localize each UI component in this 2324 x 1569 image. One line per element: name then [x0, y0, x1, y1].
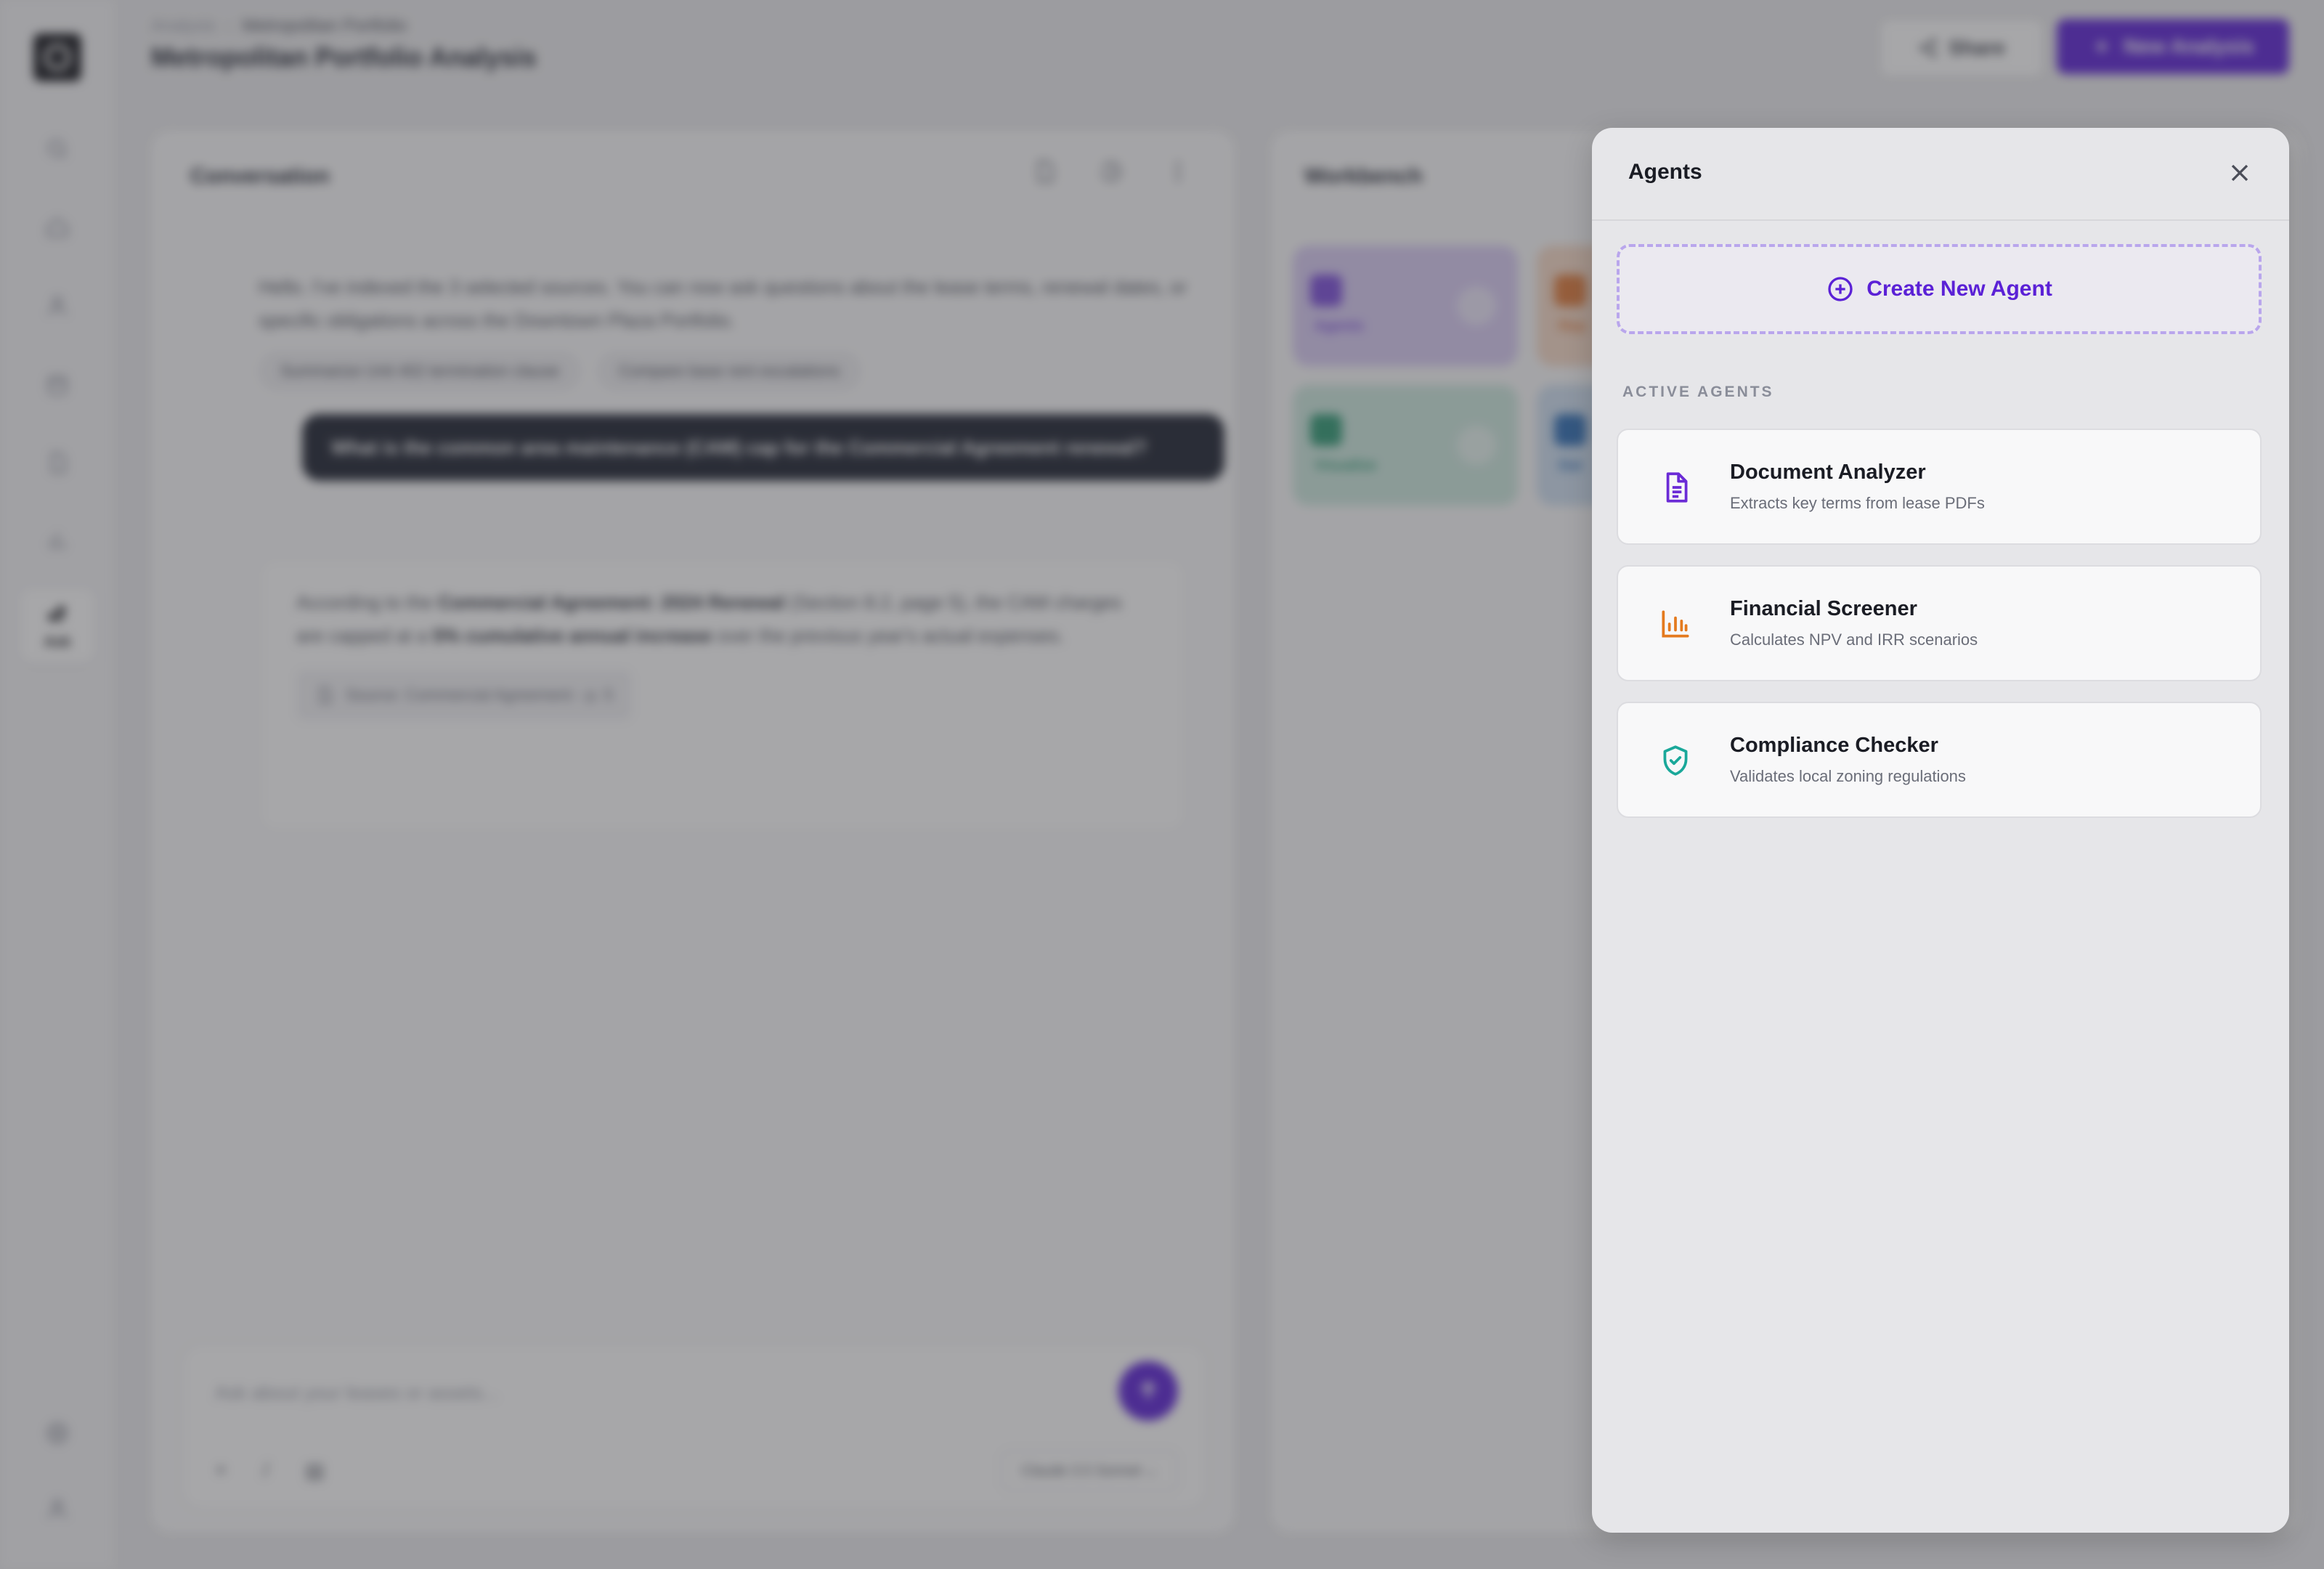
create-new-agent-button[interactable]: Create New Agent: [1617, 244, 2262, 334]
agent-name: Compliance Checker: [1730, 734, 1938, 757]
close-button[interactable]: [2225, 158, 2254, 187]
agent-name: Financial Screener: [1730, 597, 1917, 620]
agents-panel-header: Agents: [1592, 128, 2289, 221]
agent-card-financial-screener[interactable]: Financial Screener Calculates NPV and IR…: [1617, 565, 2262, 681]
agent-description: Validates local zoning regulations: [1730, 767, 1966, 785]
create-new-agent-label: Create New Agent: [1866, 277, 2052, 301]
agent-name: Document Analyzer: [1730, 461, 1926, 484]
plus-circle-icon: [1828, 277, 1853, 301]
close-icon: [2231, 164, 2248, 182]
agent-description: Extracts key terms from lease PDFs: [1730, 494, 1985, 512]
agent-card-document-analyzer[interactable]: Document Analyzer Extracts key terms fro…: [1617, 429, 2262, 545]
active-agents-heading: ACTIVE AGENTS: [1622, 384, 1774, 400]
document-icon: [1657, 469, 1694, 506]
shield-check-icon: [1657, 742, 1694, 779]
agent-description: Calculates NPV and IRR scenarios: [1730, 631, 1978, 649]
agent-card-compliance-checker[interactable]: Compliance Checker Validates local zonin…: [1617, 702, 2262, 818]
bar-chart-icon: [1657, 606, 1694, 642]
agents-panel-title: Agents: [1628, 160, 1702, 184]
agents-panel: Agents Create New Agent ACTIVE AGENTS Do…: [1592, 128, 2289, 1533]
